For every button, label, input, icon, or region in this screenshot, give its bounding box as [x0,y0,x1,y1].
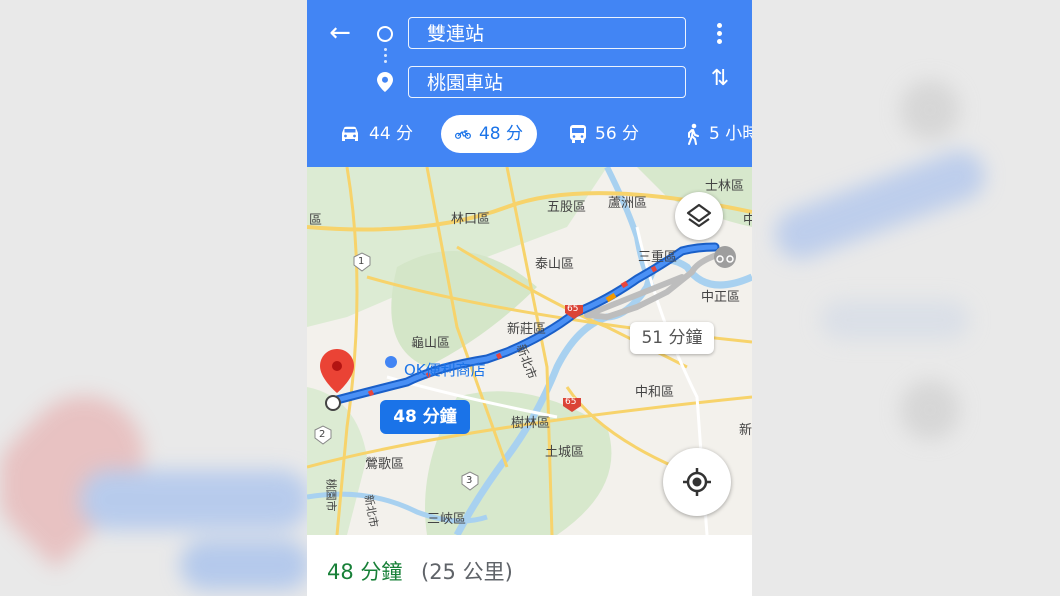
layers-button[interactable] [675,192,723,240]
mode-label: 5 小時 [709,124,752,144]
phone-screen: ← 雙連站 桃園車站 ⇅ 44 分 48 分 56 分 5 小時 士林區 林口區… [307,0,752,596]
mode-tab-transit[interactable]: 56 分 [569,115,639,153]
back-arrow-icon[interactable]: ← [325,18,355,48]
route-dots-icon [384,48,387,64]
map-label-qu: 區 [309,213,323,228]
origin-field[interactable]: 雙連站 [408,17,686,49]
mode-label: 44 分 [369,124,414,144]
map-label-taishan: 泰山區 [535,257,575,272]
mode-tab-car[interactable]: 44 分 [339,115,413,153]
mode-label: 56 分 [595,124,640,144]
directions-header: ← 雙連站 桃園車站 ⇅ 44 分 48 分 56 分 5 小時 [307,0,752,167]
road-shield-65-a: 65 [567,304,579,314]
route-time-bubble[interactable]: 48 分鐘 [380,400,470,434]
route-summary[interactable]: 48 分鐘 (25 公里) [307,535,752,596]
map-label-yingge: 鶯歌區 [365,457,405,472]
map-label-zhonghe: 中和區 [635,385,675,400]
map-label-zhongzheng: 中正區 [701,290,741,305]
layers-icon [686,203,712,228]
map-label-tucheng: 土城區 [545,445,585,460]
alt-route-time-bubble[interactable]: 51 分鐘 [630,322,714,354]
map-label-sanxia: 三峽區 [427,512,467,527]
mode-tab-motorcycle[interactable]: 48 分 [441,115,537,153]
destination-field[interactable]: 桃園車站 [408,66,686,98]
road-shield-65-b: 65 [565,397,577,407]
swap-icon[interactable]: ⇅ [707,66,733,91]
walk-icon [688,123,699,145]
road-shield-3: 3 [466,475,473,486]
mode-tab-walk[interactable]: 5 小時 [685,115,752,153]
summary-distance: (25 公里) [421,560,513,584]
motorcycle-icon [455,130,471,139]
road-shield-2: 2 [319,429,326,440]
crosshair-icon [683,468,711,496]
bus-icon [570,125,586,143]
poi-ok-store[interactable]: OK便利商店 [404,359,486,380]
road-shield-1: 1 [358,256,365,267]
map-label-shulin: 樹林區 [511,416,551,431]
map-label-luzhou: 蘆洲區 [608,196,648,211]
origin-circle-icon [377,26,393,42]
map-label-sanchong: 三重區 [638,250,678,265]
map-label-wugu: 五股區 [547,200,587,215]
map-label-taoyuan-city: 桃園市 [324,478,338,512]
mode-label: 48 分 [478,124,523,144]
travel-mode-tabs: 44 分 48 分 56 分 5 小時 [307,113,752,155]
more-options-icon[interactable] [707,20,731,48]
map-label-guishan: 龜山區 [411,336,451,351]
destination-pin-icon [377,72,393,92]
my-location-button[interactable] [663,448,731,516]
map-label-xinzhuang: 新莊區 [507,322,547,337]
map-label-zhong: 中 [743,213,752,228]
map-label-linkou: 林口區 [451,212,491,227]
summary-duration: 48 分鐘 [327,560,403,584]
route-map[interactable]: 士林區 林口區 五股區 蘆洲區 中 區 三重區 泰山區 中正區 新莊區 龜山區 … [307,167,752,535]
car-icon [342,126,358,141]
map-label-xin: 新 [739,423,752,438]
